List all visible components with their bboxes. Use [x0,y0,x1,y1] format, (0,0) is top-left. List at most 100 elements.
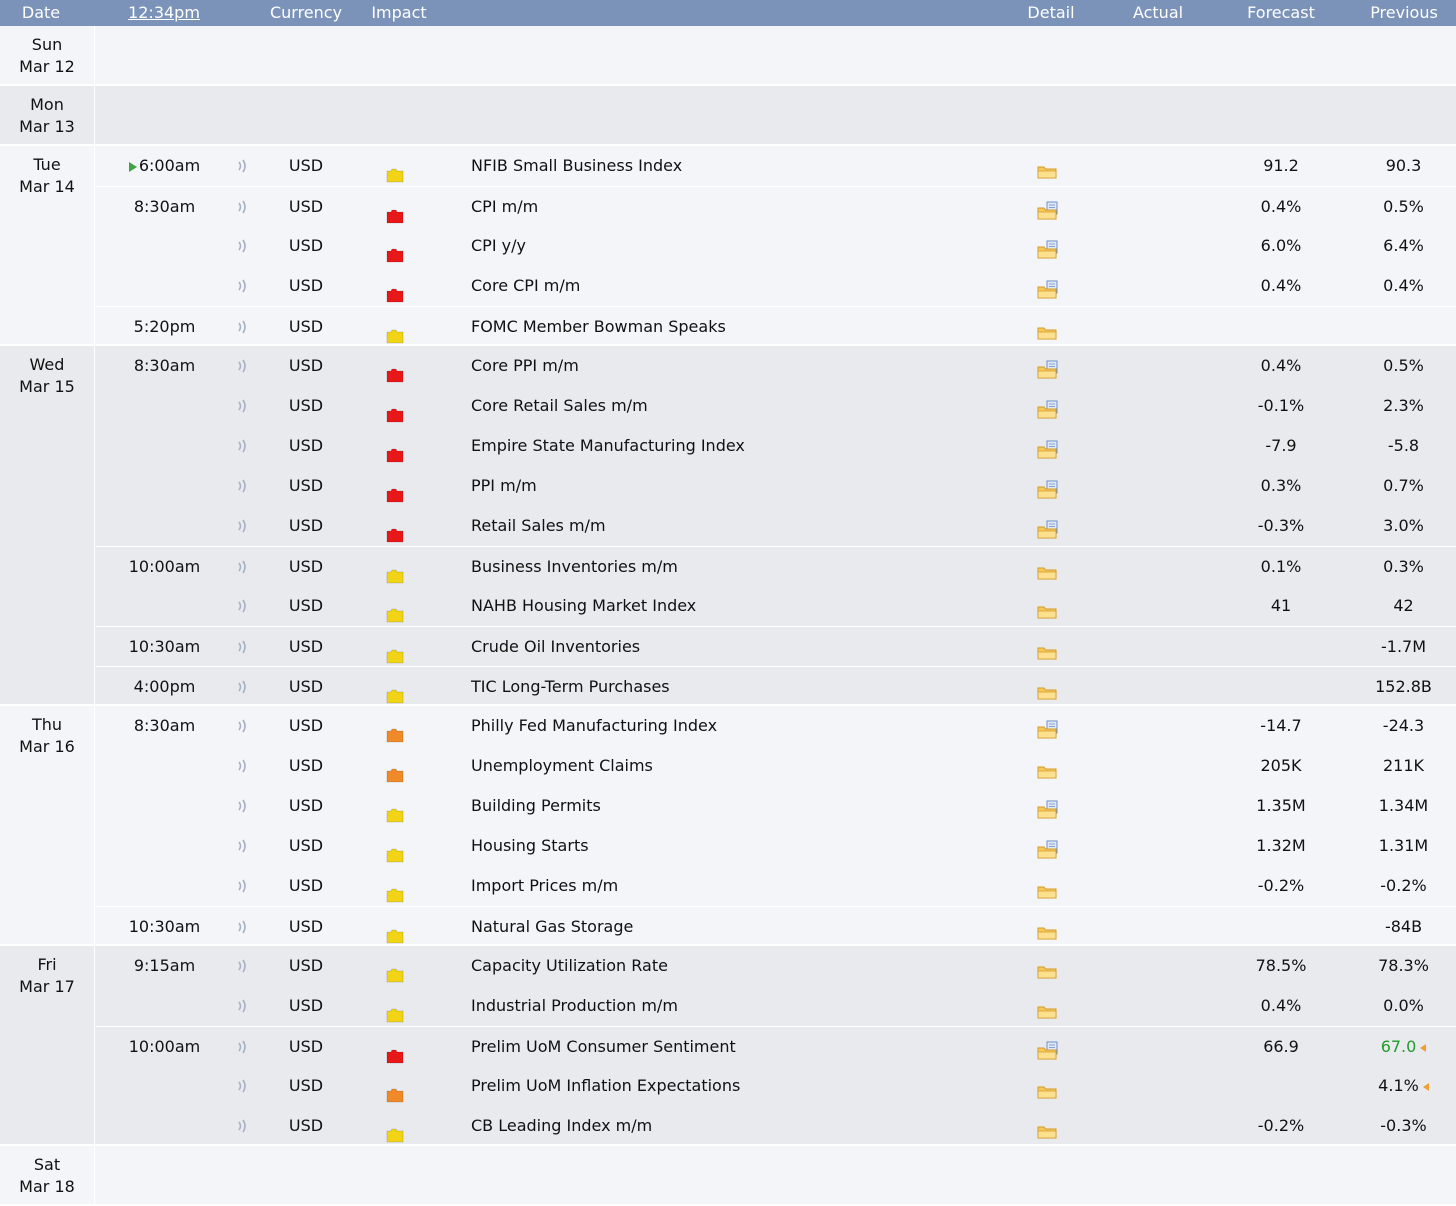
event-row[interactable]: 8:30am USD Core PPI m/m 0.4% 0.5% [96,346,1456,386]
event-row[interactable]: 5:20pm USD FOMC Member Bowman Speaks [96,306,1456,346]
detail-folder-icon[interactable] [1036,266,1066,306]
event-title[interactable]: Unemployment Claims [471,746,1031,786]
detail-folder-icon[interactable] [1036,426,1066,466]
sound-icon[interactable] [234,826,252,866]
detail-folder-icon[interactable] [1036,955,1060,979]
event-title[interactable]: Core PPI m/m [471,346,1031,386]
sound-icon[interactable] [234,1066,252,1106]
sound-icon[interactable] [234,146,252,186]
event-row[interactable]: USD Empire State Manufacturing Index -7.9 -… [96,426,1456,466]
event-row[interactable]: USD NAHB Housing Market Index 41 42 [96,586,1456,626]
sound-icon[interactable] [234,346,252,386]
sound-icon[interactable] [234,426,252,466]
detail-folder-icon[interactable] [1036,746,1066,786]
detail-folder-icon[interactable] [1036,346,1066,386]
sound-icon[interactable] [234,786,252,826]
event-title[interactable]: FOMC Member Bowman Speaks [471,307,1031,347]
detail-folder-icon[interactable] [1036,155,1060,179]
detail-folder-icon[interactable] [1036,556,1060,580]
event-row[interactable]: USD Prelim UoM Inflation Expectations 4.1% [96,1066,1456,1106]
revised-arrow-icon[interactable] [1422,1082,1429,1091]
event-title[interactable]: PPI m/m [471,466,1031,506]
revised-arrow-icon[interactable] [1420,1043,1427,1052]
detail-folder-icon[interactable] [1036,1027,1066,1067]
event-title[interactable]: Empire State Manufacturing Index [471,426,1031,466]
event-row[interactable]: 8:30am USD CPI m/m 0.4% 0.5% [96,186,1456,226]
event-title[interactable]: Import Prices m/m [471,866,1031,906]
event-row[interactable]: USD Core Retail Sales m/m -0.1% 2.3% [96,386,1456,426]
detail-folder-doc-icon[interactable] [1036,355,1060,379]
detail-folder-icon[interactable] [1036,627,1066,667]
event-row[interactable]: 8:30am USD Philly Fed Manufacturing Index -… [96,706,1456,746]
detail-folder-icon[interactable] [1036,826,1066,866]
event-title[interactable]: Industrial Production m/m [471,986,1031,1026]
sound-icon[interactable] [234,907,252,947]
event-row[interactable]: 4:00pm USD TIC Long-Term Purchases 152.8B [96,666,1456,706]
detail-folder-doc-icon[interactable] [1036,275,1060,299]
event-title[interactable]: Building Permits [471,786,1031,826]
sound-icon[interactable] [234,866,252,906]
detail-folder-icon[interactable] [1036,875,1060,899]
detail-folder-doc-icon[interactable] [1036,196,1060,220]
event-title[interactable]: Natural Gas Storage [471,907,1031,947]
event-row[interactable]: USD Building Permits 1.35M 1.34M [96,786,1456,826]
detail-folder-icon[interactable] [1036,595,1060,619]
detail-folder-doc-icon[interactable] [1036,795,1060,819]
detail-folder-icon[interactable] [1036,755,1060,779]
detail-folder-icon[interactable] [1036,1115,1060,1139]
event-title[interactable]: Crude Oil Inventories [471,627,1031,667]
event-row[interactable]: USD Import Prices m/m -0.2% -0.2% [96,866,1456,906]
detail-folder-doc-icon[interactable] [1036,395,1060,419]
detail-folder-icon[interactable] [1036,1106,1066,1146]
event-title[interactable]: Philly Fed Manufacturing Index [471,706,1031,746]
detail-folder-doc-icon[interactable] [1036,515,1060,539]
sound-icon[interactable] [234,266,252,306]
detail-folder-icon[interactable] [1036,706,1066,746]
event-row[interactable]: USD Core CPI m/m 0.4% 0.4% [96,266,1456,306]
detail-folder-icon[interactable] [1036,995,1060,1019]
event-row[interactable]: USD Retail Sales m/m -0.3% 3.0% [96,506,1456,546]
header-time-link[interactable]: 12:34pm [114,0,214,26]
event-row[interactable]: USD Unemployment Claims 205K 211K [96,746,1456,786]
sound-icon[interactable] [234,547,252,587]
detail-folder-icon[interactable] [1036,307,1066,347]
detail-folder-doc-icon[interactable] [1036,475,1060,499]
detail-folder-icon[interactable] [1036,676,1060,700]
sound-icon[interactable] [234,706,252,746]
detail-folder-doc-icon[interactable] [1036,435,1060,459]
event-title[interactable]: Prelim UoM Consumer Sentiment [471,1027,1031,1067]
sound-icon[interactable] [234,746,252,786]
detail-folder-doc-icon[interactable] [1036,715,1060,739]
event-row[interactable]: USD CPI y/y 6.0% 6.4% [96,226,1456,266]
detail-folder-doc-icon[interactable] [1036,835,1060,859]
detail-folder-icon[interactable] [1036,786,1066,826]
detail-folder-icon[interactable] [1036,586,1066,626]
event-title[interactable]: NAHB Housing Market Index [471,586,1031,626]
sound-icon[interactable] [234,627,252,667]
event-row[interactable]: 10:00am USD Prelim UoM Consumer Sentiment 6… [96,1026,1456,1066]
detail-folder-icon[interactable] [1036,547,1066,587]
sound-icon[interactable] [234,667,252,707]
event-title[interactable]: CB Leading Index m/m [471,1106,1031,1146]
event-title[interactable]: Core Retail Sales m/m [471,386,1031,426]
detail-folder-icon[interactable] [1036,946,1066,986]
event-row[interactable]: 9:15am USD Capacity Utilization Rate 78.5% 7… [96,946,1456,986]
event-title[interactable]: Business Inventories m/m [471,547,1031,587]
event-title[interactable]: TIC Long-Term Purchases [471,667,1031,707]
detail-folder-icon[interactable] [1036,226,1066,266]
detail-folder-icon[interactable] [1036,986,1066,1026]
detail-folder-icon[interactable] [1036,636,1060,660]
detail-folder-icon[interactable] [1036,187,1066,227]
event-row[interactable]: USD PPI m/m 0.3% 0.7% [96,466,1456,506]
detail-folder-icon[interactable] [1036,506,1066,546]
detail-folder-icon[interactable] [1036,386,1066,426]
detail-folder-icon[interactable] [1036,1075,1060,1099]
detail-folder-icon[interactable] [1036,1066,1066,1106]
event-title[interactable]: Core CPI m/m [471,266,1031,306]
detail-folder-icon[interactable] [1036,907,1066,947]
event-row[interactable]: 10:00am USD Business Inventories m/m 0.1% 0.… [96,546,1456,586]
sound-icon[interactable] [234,946,252,986]
event-row[interactable]: 10:30am USD Crude Oil Inventories -1.7M [96,626,1456,666]
event-title[interactable]: Capacity Utilization Rate [471,946,1031,986]
detail-folder-icon[interactable] [1036,916,1060,940]
